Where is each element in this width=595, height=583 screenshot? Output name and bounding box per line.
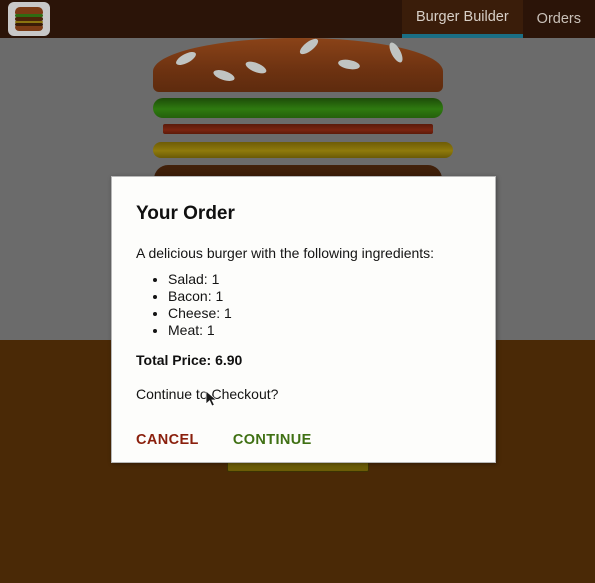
list-item: Bacon: 1 <box>168 288 471 304</box>
cancel-button[interactable]: CANCEL <box>136 432 199 448</box>
list-item: Meat: 1 <box>168 322 471 338</box>
list-item: Cheese: 1 <box>168 305 471 321</box>
modal-actions: CANCEL CONTINUE <box>136 432 471 448</box>
modal-title: Your Order <box>136 203 235 224</box>
ingredient-list: Salad: 1 Bacon: 1 Cheese: 1 Meat: 1 <box>136 271 471 338</box>
modal-intro-text: A delicious burger with the following in… <box>136 245 435 261</box>
order-summary-modal: Your Order A delicious burger with the f… <box>111 176 496 463</box>
total-price-text: Total Price: 6.90 <box>136 352 243 368</box>
continue-button[interactable]: CONTINUE <box>233 432 312 448</box>
checkout-question-text: Continue to Checkout? <box>136 386 279 402</box>
list-item: Salad: 1 <box>168 271 471 287</box>
